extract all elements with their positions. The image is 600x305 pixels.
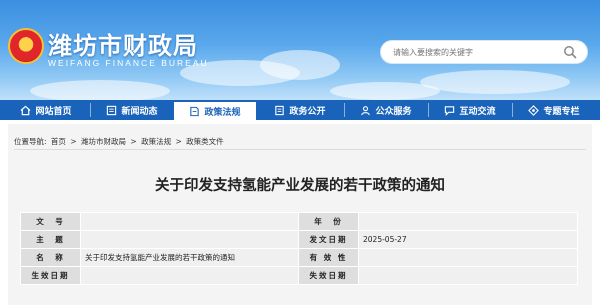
site-title[interactable]: 潍坊市财政局: [48, 26, 198, 61]
home-icon: [21, 105, 31, 115]
label-year: 年 份: [298, 212, 359, 231]
nav-label: 政务公开: [289, 106, 326, 117]
article-title: 关于印发支持氢能产业发展的若干政策的通知: [155, 178, 445, 194]
nav-label: 新闻动态: [121, 106, 158, 117]
nav-label: 公众服务: [375, 106, 412, 117]
value-year: [358, 212, 578, 231]
nav-label: 政策法规: [204, 107, 241, 118]
nav-item-public-service[interactable]: 公众服务: [346, 100, 426, 120]
breadcrumb-item-bureau[interactable]: 潍坊市财政局: [81, 137, 126, 146]
value-expiry-date: [358, 266, 578, 285]
nav-item-topics[interactable]: 专题专栏: [514, 100, 594, 120]
breadcrumb-item-policy[interactable]: 政策法规: [141, 137, 171, 146]
table-row: 主 题 发文日期 2025-05-27: [20, 230, 578, 249]
divider: [14, 149, 586, 150]
topic-icon: [528, 104, 540, 116]
label-expiry-date: 失效日期: [298, 266, 359, 285]
chat-icon: [445, 105, 455, 116]
breadcrumb-separator: >: [70, 137, 77, 146]
value-validity: [358, 248, 578, 267]
table-row: 文 号 年 份: [20, 212, 578, 231]
site-header: 潍坊市财政局 WEIFANG FINANCE BUREAU: [0, 0, 600, 100]
policy-icon: [190, 106, 200, 116]
main-nav: 网站首页 新闻动态 政策法规 政务公开 公众服务 互动交流 专题专栏: [0, 100, 600, 120]
label-doc-number: 文 号: [20, 212, 81, 231]
nav-item-gov-affairs[interactable]: 政务公开: [258, 100, 342, 120]
document-icon: [275, 105, 285, 115]
nav-item-news[interactable]: 新闻动态: [92, 100, 172, 120]
breadcrumb-item-policy-docs[interactable]: 政策类文件: [186, 137, 224, 146]
table-row: 生效日期 失效日期: [20, 266, 578, 285]
label-name: 名 称: [20, 248, 81, 267]
value-issue-date: 2025-05-27: [358, 230, 578, 249]
breadcrumb-separator: >: [130, 137, 137, 146]
nav-label: 互动交流: [459, 106, 496, 117]
nav-label: 专题专栏: [543, 106, 580, 117]
nav-item-interaction[interactable]: 互动交流: [430, 100, 510, 120]
nav-item-home[interactable]: 网站首页: [6, 100, 86, 120]
value-name: 关于印发支持氢能产业发展的若干政策的通知: [80, 248, 299, 267]
search-input[interactable]: [393, 45, 553, 60]
news-icon: [107, 105, 117, 115]
breadcrumb: 位置导航: 首页 > 潍坊市财政局 > 政策法规 > 政策类文件: [14, 136, 226, 147]
breadcrumb-prefix: 位置导航:: [14, 137, 47, 146]
label-issue-date: 发文日期: [298, 230, 359, 249]
nav-item-policy[interactable]: 政策法规: [174, 100, 256, 120]
people-icon: [361, 105, 371, 115]
breadcrumb-separator: >: [175, 137, 182, 146]
site-subtitle: WEIFANG FINANCE BUREAU: [48, 58, 209, 68]
document-info-table: 文 号 年 份 主 题 发文日期 2025-05-27 名 称 关于印发支持氢能…: [20, 212, 578, 285]
search-box: [380, 40, 588, 64]
breadcrumb-item-home[interactable]: 首页: [51, 137, 66, 146]
value-doc-number: [80, 212, 299, 231]
value-effective-date: [80, 266, 299, 285]
search-icon[interactable]: [563, 45, 577, 59]
label-validity: 有 效 性: [298, 248, 359, 267]
nav-label: 网站首页: [35, 106, 72, 117]
label-effective-date: 生效日期: [20, 266, 81, 285]
table-row: 名 称 关于印发支持氢能产业发展的若干政策的通知 有 效 性: [20, 248, 578, 267]
value-subject: [80, 230, 299, 249]
label-subject: 主 题: [20, 230, 81, 249]
national-emblem-logo[interactable]: [8, 28, 44, 64]
